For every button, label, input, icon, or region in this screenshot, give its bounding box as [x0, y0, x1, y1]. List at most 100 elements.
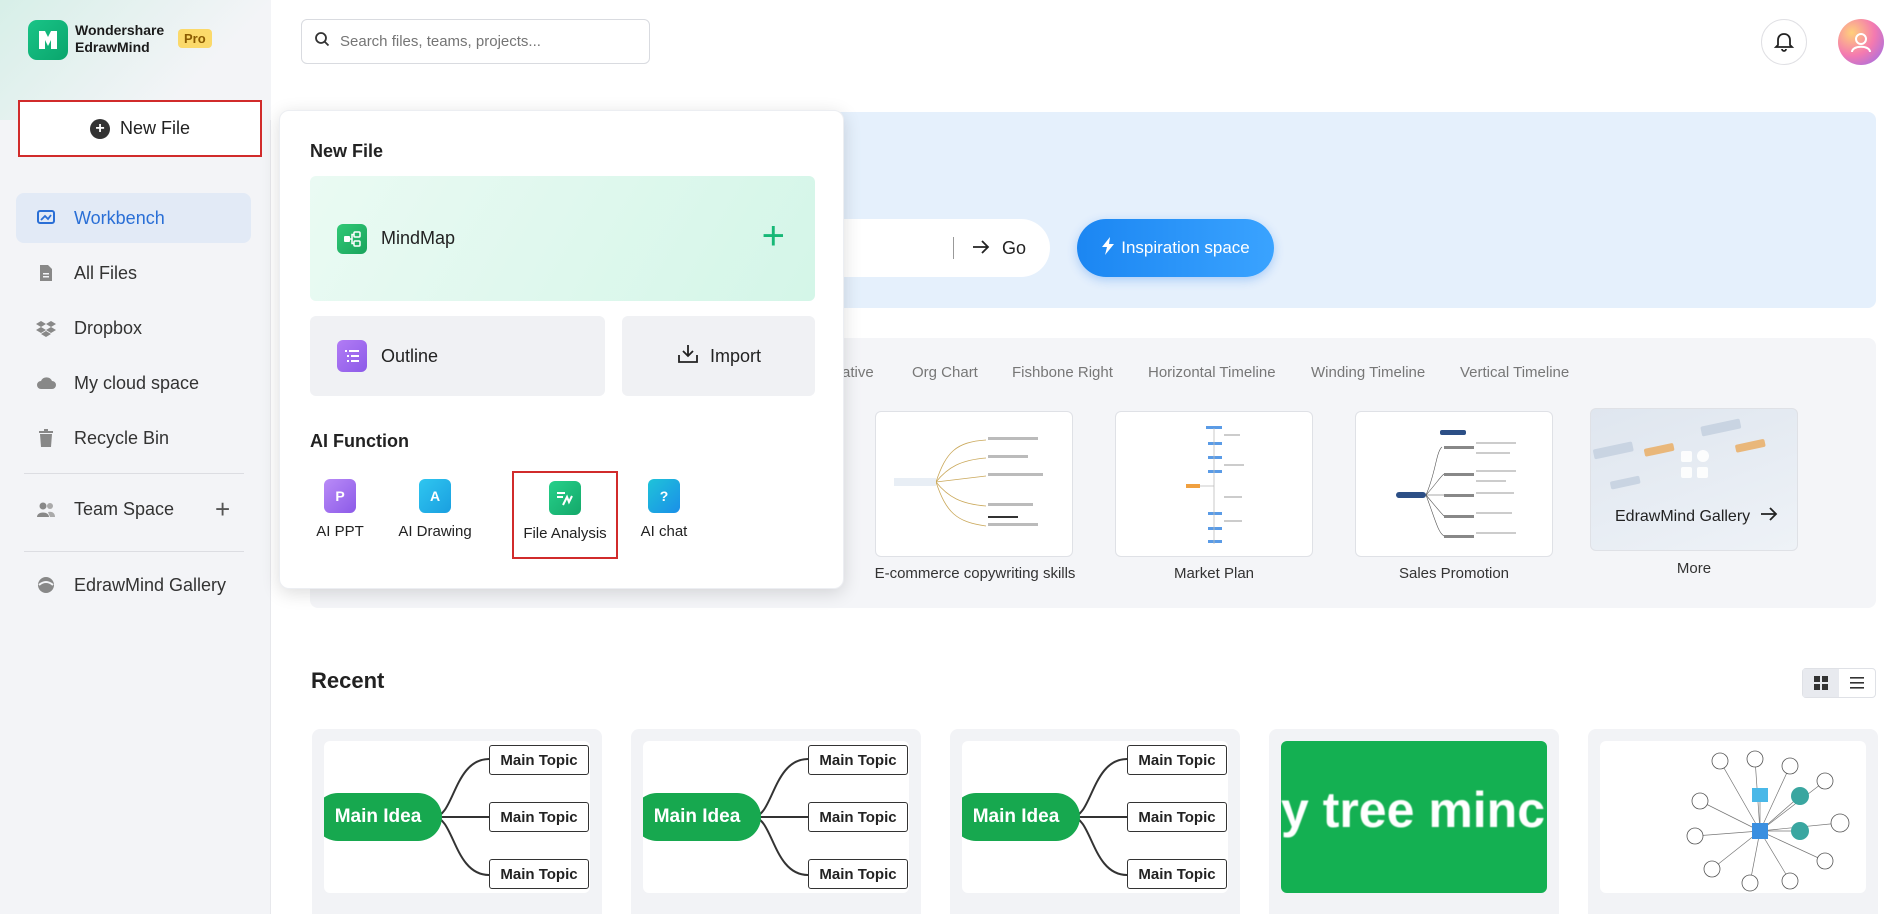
recent-file-card[interactable]: Main Idea Main Topic Main Topic Main Top…	[312, 729, 602, 914]
import-label: Import	[709, 345, 761, 366]
template-card-label: E-commerce copywriting skills	[874, 565, 1076, 582]
workbench-icon	[36, 208, 56, 228]
template-category[interactable]: Horizontal Timeline	[1148, 364, 1276, 381]
new-file-label: New File	[119, 118, 190, 138]
separator	[952, 237, 954, 259]
inspiration-space-button[interactable]: Inspiration space	[1077, 219, 1274, 277]
gallery-icon	[36, 575, 56, 595]
template-thumbnail	[1396, 430, 1516, 538]
sidebar-item-label: Dropbox	[74, 317, 143, 338]
main-topic-node: Main Topic	[808, 802, 908, 832]
main-topic-node: Main Topic	[489, 745, 589, 775]
view-toggle	[1802, 668, 1876, 698]
sidebar-item-my-cloud-space[interactable]: My cloud space	[16, 358, 251, 408]
lightning-icon	[1101, 236, 1115, 260]
dropbox-icon	[36, 318, 56, 338]
pro-badge: Pro	[178, 29, 212, 48]
main-topic-node: Main Topic	[489, 802, 589, 832]
mindmap-option[interactable]: MindMap +	[310, 176, 815, 301]
sidebar-divider	[24, 473, 244, 474]
brand-line1: Wondershare	[75, 22, 165, 38]
sidebar-item-recycle-bin[interactable]: Recycle Bin	[16, 413, 251, 463]
ai-item-label: File Analysis	[523, 525, 607, 542]
prompt-go-box[interactable]: Go	[820, 219, 1050, 277]
template-card-market-plan[interactable]	[1115, 411, 1313, 557]
ai-chat-option[interactable]: ? AI chat	[616, 471, 712, 559]
ai-ppt-option[interactable]: P AI PPT	[292, 471, 388, 559]
file-analysis-option[interactable]: File Analysis	[512, 471, 618, 559]
mindmap-label: MindMap	[381, 228, 456, 248]
brand-name: Wondershare EdrawMind	[75, 22, 164, 56]
ai-item-label: AI chat	[640, 523, 688, 540]
plus-circle-icon: +	[89, 118, 110, 139]
more-link[interactable]: More	[1590, 560, 1798, 577]
tree-mind-text: y tree minc	[1281, 782, 1546, 838]
sidebar-item-label: Recycle Bin	[74, 427, 170, 448]
main-idea-node: Main Idea	[643, 793, 761, 841]
recent-file-card[interactable]: Main Idea Main Topic Main Topic Main Top…	[631, 729, 921, 914]
recent-file-thumbnail: y tree minc	[1281, 741, 1547, 893]
ai-drawing-option[interactable]: A AI Drawing	[387, 471, 483, 559]
recent-file-thumbnail	[1600, 741, 1866, 893]
main-topic-node: Main Topic	[1127, 745, 1227, 775]
recent-file-card[interactable]: y tree minc	[1269, 729, 1559, 914]
grid-view-icon[interactable]	[1803, 669, 1839, 697]
sidebar-item-workbench[interactable]: Workbench	[16, 193, 251, 243]
recent-file-card[interactable]	[1588, 729, 1878, 914]
template-category[interactable]: Winding Timeline	[1311, 364, 1425, 381]
template-card-ecommerce[interactable]	[875, 411, 1073, 557]
main-topic-node: Main Topic	[808, 745, 908, 775]
sidebar: Wondershare EdrawMind Pro + New File Wor…	[0, 0, 271, 914]
go-button[interactable]: Go	[1002, 238, 1026, 259]
main-topic-node: Main Topic	[1127, 802, 1227, 832]
edrawmind-logo-icon	[28, 20, 68, 60]
mindmap-icon	[337, 223, 367, 254]
new-file-button[interactable]: + New File	[18, 100, 262, 157]
arrow-right-icon	[1760, 507, 1778, 526]
template-category[interactable]: Org Chart	[912, 364, 978, 381]
recent-file-card[interactable]: Main Idea Main Topic Main Topic Main Top…	[950, 729, 1240, 914]
outline-label: Outline	[381, 345, 439, 366]
add-team-icon[interactable]: +	[215, 496, 230, 522]
sidebar-item-label: Workbench	[74, 207, 165, 228]
search-input[interactable]	[340, 33, 630, 50]
gallery-preview	[1593, 418, 1766, 490]
main-idea-node: Main Idea	[962, 793, 1080, 841]
notification-bell-icon[interactable]	[1761, 19, 1807, 65]
recent-file-thumbnail: Main Idea Main Topic Main Topic Main Top…	[643, 741, 909, 893]
main-idea-node: Main Idea	[324, 793, 442, 841]
template-card-label: Sales Promotion	[1398, 565, 1510, 582]
ai-item-label: AI PPT	[316, 523, 364, 540]
brand-line2: EdrawMind	[75, 39, 150, 55]
ai-ppt-icon: P	[324, 479, 356, 513]
recent-title: Recent	[311, 668, 385, 693]
recent-file-thumbnail: Main Idea Main Topic Main Topic Main Top…	[962, 741, 1228, 893]
outline-option[interactable]: Outline	[310, 316, 605, 396]
outline-icon	[337, 340, 367, 372]
add-mindmap-icon[interactable]: +	[762, 216, 785, 256]
edrawmind-gallery-card[interactable]: EdrawMind Gallery	[1590, 408, 1798, 551]
template-category[interactable]: ative	[842, 364, 874, 381]
template-category[interactable]: Vertical Timeline	[1460, 364, 1569, 381]
search-bar[interactable]	[301, 19, 650, 64]
sidebar-item-dropbox[interactable]: Dropbox	[16, 303, 251, 353]
template-category[interactable]: Fishbone Right	[1012, 364, 1113, 381]
network-diagram	[1686, 750, 1850, 892]
list-view-icon[interactable]	[1839, 669, 1875, 697]
recent-file-thumbnail: Main Idea Main Topic Main Topic Main Top…	[324, 741, 590, 893]
user-avatar[interactable]	[1838, 19, 1884, 65]
import-option[interactable]: Import	[622, 316, 815, 396]
template-card-sales-promotion[interactable]	[1355, 411, 1553, 557]
gallery-card-link[interactable]: EdrawMind Gallery	[1615, 507, 1778, 526]
sidebar-item-label: Team Space	[74, 498, 175, 519]
new-file-dropdown: New File MindMap + Outline Import AI Fun…	[279, 110, 844, 589]
sidebar-item-all-files[interactable]: All Files	[16, 248, 251, 298]
sidebar-item-edrawmind-gallery[interactable]: EdrawMind Gallery	[16, 560, 251, 610]
search-icon	[314, 31, 330, 52]
sidebar-item-label: EdrawMind Gallery	[74, 574, 227, 595]
import-icon	[676, 342, 700, 371]
ai-banner	[820, 112, 1876, 308]
new-file-heading: New File	[310, 141, 384, 161]
trash-icon	[36, 428, 56, 448]
main-topic-node: Main Topic	[1127, 859, 1227, 889]
